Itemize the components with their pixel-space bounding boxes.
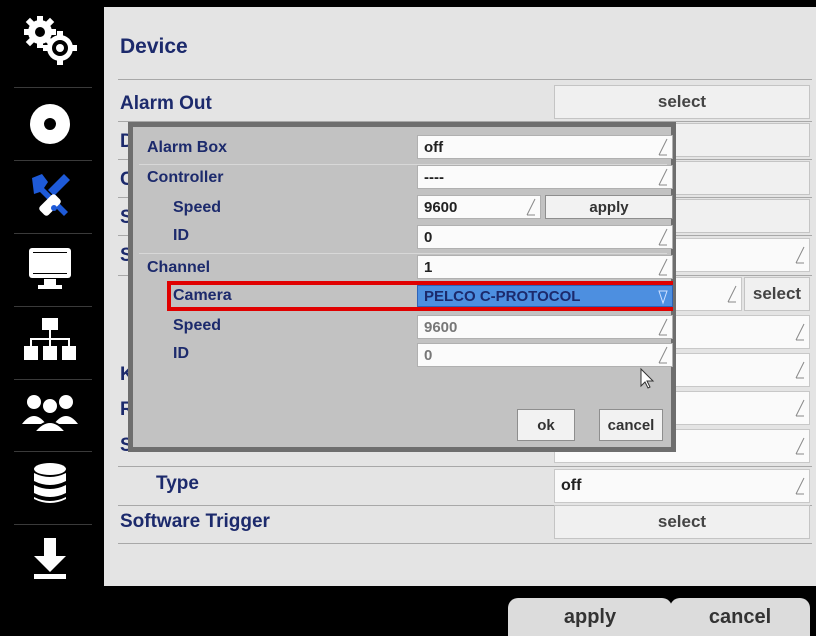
sidebar	[0, 0, 104, 636]
controller-value: ----	[424, 168, 444, 186]
type-dropdown[interactable]: off	[554, 469, 810, 503]
software-trigger-label: Software Trigger	[120, 511, 270, 532]
camera-value: PELCO C-PROTOCOL	[424, 287, 581, 305]
camera-id-label: ID	[173, 345, 189, 362]
alarm-box-value: off	[424, 138, 444, 156]
alarm-box-dropdown[interactable]: off	[417, 135, 673, 159]
monitor-icon[interactable]	[0, 232, 100, 304]
footer-cancel-button[interactable]: cancel	[670, 598, 810, 636]
alarm-out-label: Alarm Out	[120, 93, 212, 114]
users-icon[interactable]	[0, 376, 100, 448]
page-title: Device	[120, 35, 188, 58]
network-icon[interactable]	[0, 304, 100, 376]
database-icon[interactable]	[0, 448, 100, 520]
camera-speed-dropdown[interactable]: 9600	[417, 315, 673, 339]
camera-id-dropdown[interactable]: 0	[417, 343, 673, 367]
controller-id-dropdown[interactable]: 0	[417, 225, 673, 249]
ok-button[interactable]: ok	[517, 409, 575, 441]
type-label: Type	[156, 473, 199, 494]
footer-apply-button[interactable]: apply	[508, 598, 672, 636]
download-icon[interactable]	[0, 522, 100, 594]
controller-speed-value: 9600	[424, 198, 458, 216]
controller-id-label: ID	[173, 227, 189, 244]
row-6-select-button[interactable]: select	[744, 277, 810, 311]
controller-label: Controller	[147, 169, 224, 186]
channel-dropdown[interactable]: 1	[417, 255, 673, 279]
mouse-cursor-icon	[640, 367, 655, 389]
controller-id-value: 0	[424, 228, 433, 246]
camera-speed-label: Speed	[173, 317, 222, 334]
tools-icon[interactable]	[0, 158, 100, 230]
camera-label: Camera	[173, 287, 232, 304]
disc-icon[interactable]	[0, 88, 100, 160]
camera-id-value: 0	[424, 346, 433, 364]
cancel-button[interactable]: cancel	[599, 409, 663, 441]
software-trigger-select-button[interactable]: select	[554, 505, 810, 539]
channel-label: Channel	[147, 259, 211, 276]
alarm-box-label: Alarm Box	[147, 139, 228, 156]
type-value: off	[561, 477, 582, 494]
channel-value: 1	[424, 258, 433, 276]
controller-speed-dropdown[interactable]: 9600	[417, 195, 541, 219]
camera-dropdown[interactable]: PELCO C-PROTOCOL	[417, 285, 673, 307]
controller-speed-label: Speed	[173, 199, 222, 216]
controller-apply-button[interactable]: apply	[545, 195, 673, 219]
camera-speed-value: 9600	[424, 318, 458, 336]
controller-dropdown[interactable]: ----	[417, 165, 673, 189]
settings-gears-icon[interactable]	[0, 4, 100, 76]
ptz-dialog: Alarm Box off Controller ---- Speed 9600…	[128, 122, 676, 452]
alarm-out-select-button[interactable]: select	[554, 85, 810, 119]
